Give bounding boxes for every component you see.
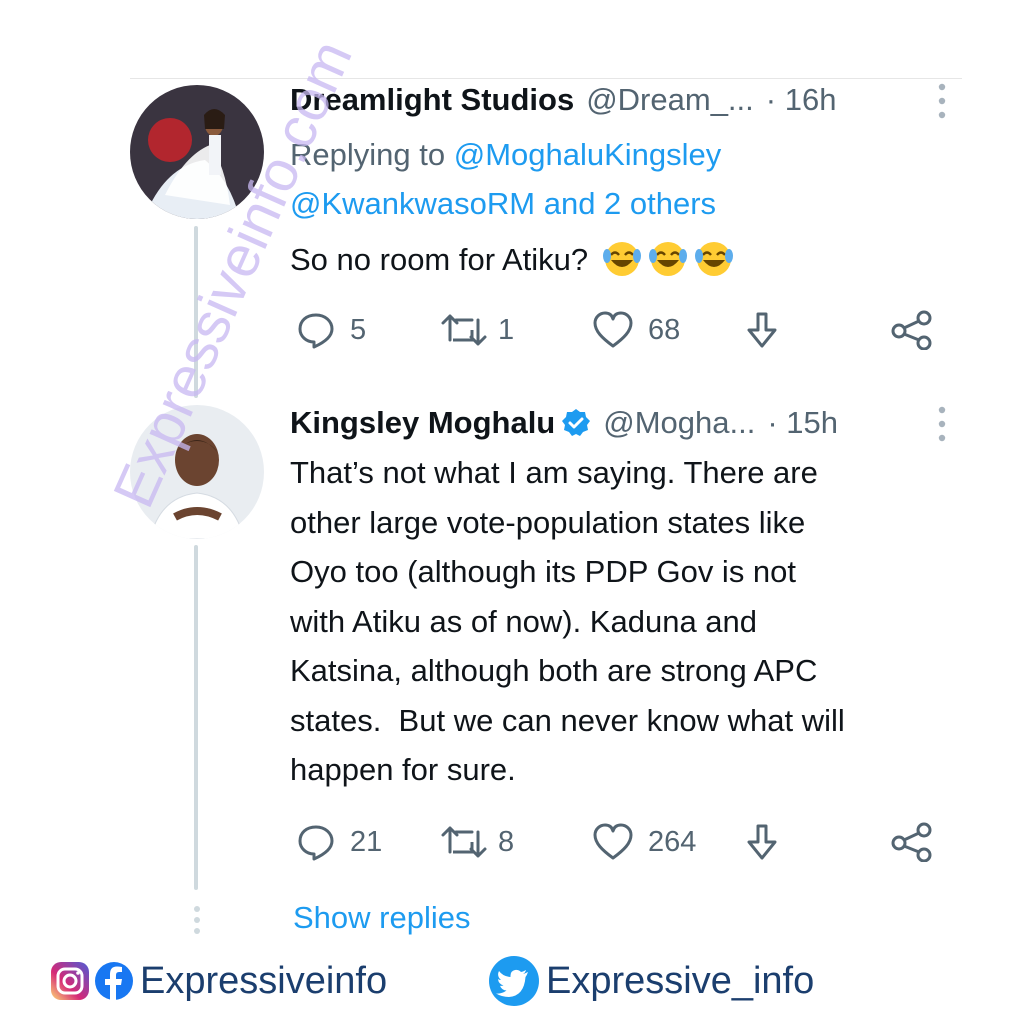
- show-replies-link[interactable]: Show replies: [293, 900, 470, 936]
- footer-left: Expressiveinfo: [50, 955, 387, 1007]
- tweet-line: That’s not what I am saying. There are: [290, 455, 818, 490]
- reply-icon: [298, 313, 334, 349]
- twitter-icon: [489, 956, 539, 1006]
- others-link[interactable]: and 2 others: [535, 186, 716, 221]
- share-network-button[interactable]: [890, 822, 934, 862]
- tweet2-text: That’s not what I am saying. There are o…: [290, 448, 845, 795]
- thread-line: [194, 545, 198, 890]
- verified-badge-icon: [561, 408, 591, 438]
- author-handle[interactable]: @Dream_...: [586, 82, 754, 118]
- tweet-line: other large vote-population states like: [290, 504, 806, 540]
- more-icon[interactable]: [938, 405, 946, 443]
- like-count: 264: [648, 825, 697, 858]
- more-icon[interactable]: [938, 82, 946, 120]
- divider: [130, 78, 962, 79]
- share-network-button[interactable]: [890, 310, 934, 350]
- replying-to: Replying to @MoghaluKingsley @KwankwasoR…: [290, 130, 910, 228]
- share-network-icon: [891, 822, 932, 862]
- footer-right-label: Expressive_info: [546, 959, 815, 1002]
- tweet1-header: Dreamlight Studios @Dream_... · 16h: [290, 80, 836, 120]
- reply-count: 21: [350, 825, 383, 858]
- retweet-icon: [441, 314, 487, 346]
- tweet-line: Katsina, although both are strong APC: [290, 653, 818, 688]
- retweet-count: 1: [498, 313, 515, 346]
- footer-right: Expressive_info: [488, 955, 814, 1007]
- timestamp[interactable]: · 15h: [767, 405, 838, 441]
- tweet-body: So no room for Atiku?: [290, 242, 589, 277]
- share-button[interactable]: [744, 310, 780, 350]
- mention-link[interactable]: @MoghaluKingsley: [454, 137, 722, 172]
- retweet-icon: [441, 826, 487, 858]
- reply-button[interactable]: 21: [296, 822, 382, 862]
- author-handle[interactable]: @Mogha...: [603, 405, 755, 441]
- tweet1-text: So no room for Atiku?: [290, 235, 735, 293]
- retweet-count: 8: [498, 825, 515, 858]
- share-icon: [747, 312, 777, 348]
- like-icon: [593, 311, 633, 348]
- author-name[interactable]: Kingsley Moghalu: [290, 405, 555, 441]
- share-network-icon: [891, 310, 932, 350]
- facebook-icon: [95, 962, 133, 1000]
- like-icon: [593, 823, 633, 860]
- laughing-emoji-icon: [602, 240, 735, 293]
- footer-left-label: Expressiveinfo: [140, 959, 388, 1002]
- reply-count: 5: [350, 313, 367, 346]
- timestamp[interactable]: · 16h: [766, 82, 837, 118]
- like-button[interactable]: 264: [592, 822, 696, 862]
- tweet-line: Oyo too (although its PDP Gov is not: [290, 554, 797, 589]
- share-icon: [747, 824, 777, 860]
- retweet-button[interactable]: 8: [440, 822, 514, 862]
- tweet2-header: Kingsley Moghalu @Mogha... · 15h: [290, 403, 838, 443]
- mention-link[interactable]: @KwankwasoRM: [290, 186, 535, 221]
- reply-icon: [298, 825, 334, 861]
- tweet-line: states. But we can never know what will: [290, 702, 845, 738]
- like-button[interactable]: 68: [592, 310, 680, 350]
- like-count: 68: [648, 313, 681, 346]
- thread-continuation-dots: [194, 905, 200, 940]
- reply-button[interactable]: 5: [296, 310, 366, 350]
- instagram-icon: [51, 962, 89, 1000]
- share-button[interactable]: [744, 822, 780, 862]
- tweet-line: with Atiku as of now). Kaduna and: [290, 603, 758, 639]
- tweet-line: happen for sure.: [290, 752, 516, 787]
- retweet-button[interactable]: 1: [440, 310, 514, 350]
